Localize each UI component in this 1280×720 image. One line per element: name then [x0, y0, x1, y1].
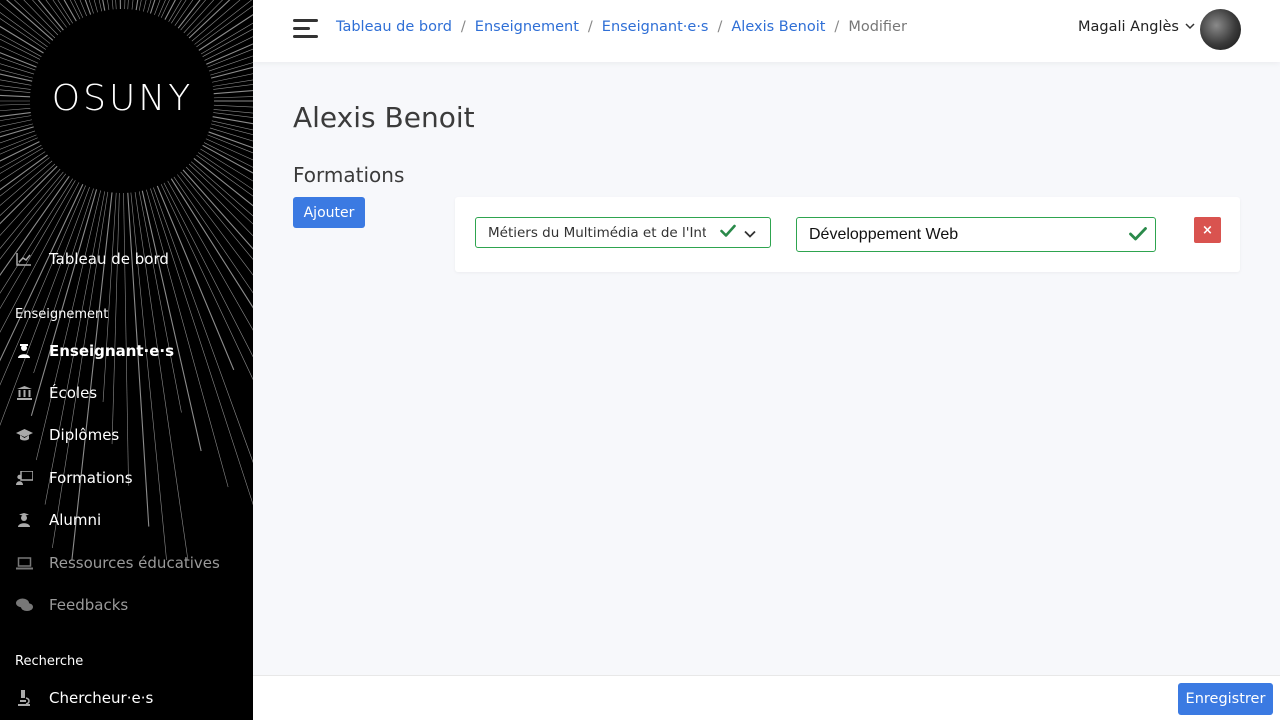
sidebar-item-programs[interactable]: Formations — [0, 461, 253, 495]
teacher-icon — [15, 342, 33, 360]
sidebar-item-label: Ressources éducatives — [49, 554, 220, 572]
institution-icon — [15, 384, 33, 402]
sidebar-item-diplomas[interactable]: Diplômes — [0, 418, 253, 452]
menu-toggle-icon[interactable] — [293, 19, 318, 39]
breadcrumb-separator: / — [587, 19, 593, 35]
graduation-cap-icon — [15, 426, 33, 444]
comments-icon — [15, 596, 33, 614]
breadcrumb: Tableau de bord / Enseignement / Enseign… — [336, 19, 907, 35]
sidebar-item-schools[interactable]: Écoles — [0, 376, 253, 410]
laptop-icon — [15, 554, 33, 572]
breadcrumb-current: Modifier — [848, 19, 907, 35]
sidebar-item-label: Écoles — [49, 384, 98, 402]
sidebar-item-label: Formations — [49, 469, 133, 487]
sidebar-section-enseignement: Enseignement — [15, 307, 109, 322]
sidebar-item-label: Alumni — [49, 511, 102, 529]
breadcrumb-separator: / — [834, 19, 840, 35]
sidebar: OSUNY Tableau de bord Enseignement Ensei… — [0, 0, 253, 720]
program-row-card: Métiers du Multimédia et de l'Internet D… — [455, 197, 1240, 272]
sidebar-item-label: Chercheur·e·s — [49, 689, 154, 707]
breadcrumb-teacher[interactable]: Alexis Benoit — [731, 19, 825, 35]
sidebar-item-researchers[interactable]: Chercheur·e·s — [0, 681, 253, 715]
chevron-down-icon — [744, 226, 756, 242]
user-name: Magali Anglès — [1078, 19, 1179, 35]
delete-program-button[interactable]: × — [1194, 217, 1221, 243]
sidebar-item-feedbacks[interactable]: Feedbacks — [0, 588, 253, 622]
breadcrumb-teachers[interactable]: Enseignant·e·s — [602, 19, 709, 35]
save-button[interactable]: Enregistrer — [1178, 683, 1273, 715]
user-graduate-icon — [15, 511, 33, 529]
sidebar-item-label: Feedbacks — [49, 596, 129, 614]
breadcrumb-separator: / — [717, 19, 723, 35]
add-program-button[interactable]: Ajouter — [293, 197, 365, 228]
microscope-icon — [15, 689, 33, 707]
chalkboard-teacher-icon — [15, 469, 33, 487]
sidebar-item-resources[interactable]: Ressources éducatives — [0, 546, 253, 580]
avatar[interactable] — [1200, 9, 1241, 50]
role-input[interactable]: Développement Web — [796, 217, 1156, 252]
sidebar-section-recherche: Recherche — [15, 654, 84, 669]
sidebar-item-label: Tableau de bord — [49, 250, 169, 268]
breadcrumb-dashboard[interactable]: Tableau de bord — [336, 19, 452, 35]
sidebar-item-teachers[interactable]: Enseignant·e·s — [0, 334, 253, 368]
osuny-logo[interactable]: OSUNY — [34, 78, 211, 119]
form-footer — [253, 675, 1280, 720]
sidebar-item-alumni[interactable]: Alumni — [0, 503, 253, 537]
program-select[interactable]: Métiers du Multimédia et de l'Internet — [475, 217, 771, 248]
page-title: Alexis Benoit — [293, 101, 475, 134]
chevron-down-icon — [1185, 22, 1195, 33]
breadcrumb-enseignement[interactable]: Enseignement — [475, 19, 579, 35]
sidebar-item-label: Enseignant·e·s — [49, 342, 175, 360]
role-input-value: Développement Web — [809, 225, 959, 243]
chart-line-icon — [15, 250, 33, 268]
breadcrumb-separator: / — [460, 19, 466, 35]
check-icon — [1129, 226, 1147, 247]
section-title: Formations — [293, 163, 405, 187]
check-icon — [720, 224, 736, 242]
sidebar-item-label: Diplômes — [49, 426, 120, 444]
program-select-value: Métiers du Multimédia et de l'Internet — [488, 224, 706, 241]
sidebar-item-dashboard[interactable]: Tableau de bord — [0, 242, 253, 276]
top-header: Tableau de bord / Enseignement / Enseign… — [253, 0, 1280, 62]
user-menu[interactable]: Magali Anglès — [1078, 19, 1195, 35]
